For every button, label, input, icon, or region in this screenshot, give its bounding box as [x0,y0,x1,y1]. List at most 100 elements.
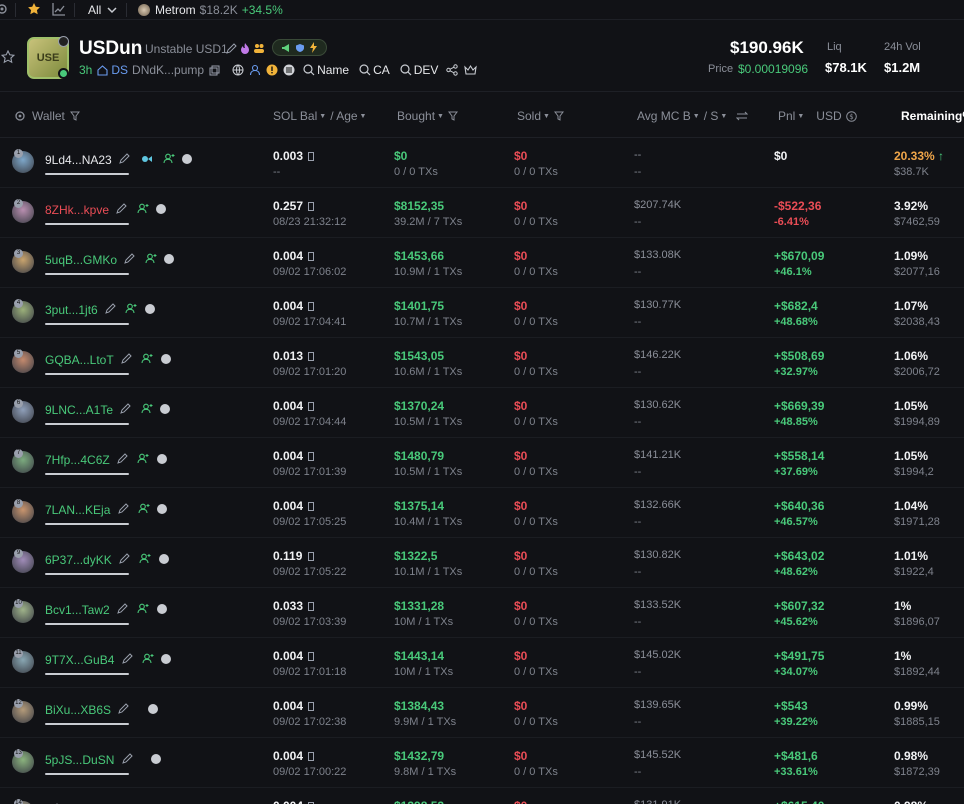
holder-row[interactable]: 10 Bcv1...Taw2 0.033 09/02 17:03:39 $133… [0,588,964,638]
crown-icon[interactable] [464,64,478,76]
add-user-icon[interactable] [139,553,151,564]
wallet-address[interactable]: BiXu...XB6S [45,703,159,717]
filter-icon[interactable] [447,111,458,121]
add-user-icon[interactable] [137,453,149,464]
wallet-address[interactable]: 6P37...dyKK [45,553,169,567]
note-icon[interactable] [160,404,171,414]
star-filled-icon[interactable] [27,2,41,16]
edit-icon[interactable] [119,553,130,564]
holder-row[interactable]: 12 BiXu...XB6S 0.004 09/02 17:02:38 $138… [0,688,964,738]
edit-icon[interactable] [117,503,129,514]
col-remaining[interactable]: Remaining% [901,109,964,123]
holder-row[interactable]: 13 5pJS...DuSN 0.004 09/02 17:00:22 $143… [0,738,964,788]
edit-icon[interactable] [121,653,133,664]
col-pnl[interactable]: Pnl ▼ USD $ [778,109,857,123]
search-ca-button[interactable]: CA [373,63,390,77]
ticker-item-metrom[interactable]: Metrom $18.2K +34.5% [138,3,283,17]
wallet-address[interactable]: 9Ld4...NA23 [45,153,193,167]
wallet-address[interactable]: GQBA...LtoT [45,353,171,367]
add-user-icon[interactable] [163,153,175,164]
wallet-address[interactable]: 8ZHk...kpve [45,203,167,217]
swap-arrows-icon[interactable] [736,111,749,121]
note-icon[interactable] [158,554,169,564]
edit-icon[interactable] [121,353,132,364]
edit-icon[interactable] [105,303,116,314]
wallet-address[interactable]: 9LNC...A1Te [45,403,171,417]
add-user-icon[interactable] [137,203,149,214]
search-icon[interactable] [359,64,371,76]
edit-icon[interactable] [121,753,133,764]
copy-icon[interactable] [209,65,220,76]
wallet-address[interactable]: 7Hfp...4C6Z [45,453,167,467]
col-sold[interactable]: Sold ▼ [517,109,564,123]
warning-icon[interactable] [266,64,278,76]
wallet-address[interactable]: 7LAN...KEja [45,503,168,517]
wallet-bar [45,523,129,525]
note-icon[interactable] [182,154,193,164]
note-icon[interactable] [148,704,159,714]
holder-row[interactable]: 6 9LNC...A1Te 0.004 09/02 17:04:44 $1370… [0,388,964,438]
edit-icon[interactable] [120,403,132,414]
search-icon[interactable] [303,64,315,76]
wallet-address[interactable]: Bcv1...Taw2 [45,603,167,617]
wallet-address[interactable]: 3put...1jt6 [45,303,155,317]
add-user-icon[interactable] [145,253,157,264]
edit-icon[interactable] [117,453,128,464]
add-user-icon[interactable] [141,353,153,364]
note-icon[interactable] [164,254,175,264]
edit-icon[interactable] [118,703,130,714]
pnl-amount: +$543 [774,699,808,713]
add-user-icon[interactable] [141,403,153,414]
filter-all-dropdown[interactable]: All [88,3,117,17]
note-icon[interactable] [157,504,168,514]
settings-icon[interactable] [14,110,26,122]
user-icon[interactable] [249,64,261,76]
holder-row[interactable]: 11 9T7X...GuB4 0.004 09/02 17:01:18 $144… [0,638,964,688]
holder-row[interactable]: 14 0.004 $1398,52 $0 $131.91K +$615,40 0… [0,788,964,804]
add-user-icon[interactable] [142,653,154,664]
search-dev-button[interactable]: DEV [414,63,439,77]
menu-circle-icon[interactable] [283,64,295,76]
edit-icon[interactable] [119,153,130,164]
wallet-address[interactable]: 9T7X...GuB4 [45,653,172,667]
note-icon[interactable] [160,354,171,364]
note-icon[interactable] [156,604,167,614]
edit-icon[interactable] [124,253,136,264]
add-user-icon[interactable] [125,303,137,314]
holder-row[interactable]: 8 7LAN...KEja 0.004 09/02 17:05:25 $1375… [0,488,964,538]
holder-row[interactable]: 4 3put...1jt6 0.004 09/02 17:04:41 $1401… [0,288,964,338]
share-icon[interactable] [446,64,459,76]
filter-icon[interactable] [553,111,564,121]
note-icon[interactable] [144,304,155,314]
favorite-star-icon[interactable] [1,50,15,64]
holder-row[interactable]: 2 8ZHk...kpve 0.257 08/23 21:32:12 $8152… [0,188,964,238]
chart-trend-icon[interactable] [52,2,66,16]
col-sol-bal[interactable]: SOL Bal ▼ / Age ▼ [273,109,366,123]
currency-toggle-icon[interactable]: $ [845,110,857,122]
edit-icon[interactable] [116,203,128,214]
globe-icon[interactable] [232,64,244,76]
holder-row[interactable]: 5 GQBA...LtoT 0.013 09/02 17:01:20 $1543… [0,338,964,388]
filter-icon[interactable] [69,111,80,121]
note-icon[interactable] [151,754,162,764]
holder-row[interactable]: 3 5uqB...GMKo 0.004 09/02 17:06:02 $1453… [0,238,964,288]
col-avg-mc[interactable]: Avg MC B ▼ / S ▼ [637,109,749,123]
note-icon[interactable] [161,654,172,664]
edit-icon[interactable] [226,42,237,54]
holder-row[interactable]: 7 7Hfp...4C6Z 0.004 09/02 17:01:39 $1480… [0,438,964,488]
search-name-button[interactable]: Name [317,63,349,77]
holder-row[interactable]: 9 6P37...dyKK 0.119 09/02 17:05:22 $1322… [0,538,964,588]
add-user-icon[interactable] [137,603,149,614]
edit-icon[interactable] [117,603,128,614]
col-wallet[interactable]: Wallet [14,109,80,123]
settings-icon[interactable] [0,3,8,15]
note-icon[interactable] [156,454,167,464]
wallet-address[interactable]: 5uqB...GMKo [45,253,175,267]
add-user-icon[interactable] [138,503,150,514]
rank-badge: 10 [14,599,23,608]
holder-row[interactable]: 1 9Ld4...NA23 0.003 -- $0 0 / 0 TXs $0 0… [0,138,964,188]
note-icon[interactable] [156,204,167,214]
wallet-address[interactable]: 5pJS...DuSN [45,753,162,767]
col-bought[interactable]: Bought ▼ [397,109,458,123]
search-icon[interactable] [400,64,412,76]
